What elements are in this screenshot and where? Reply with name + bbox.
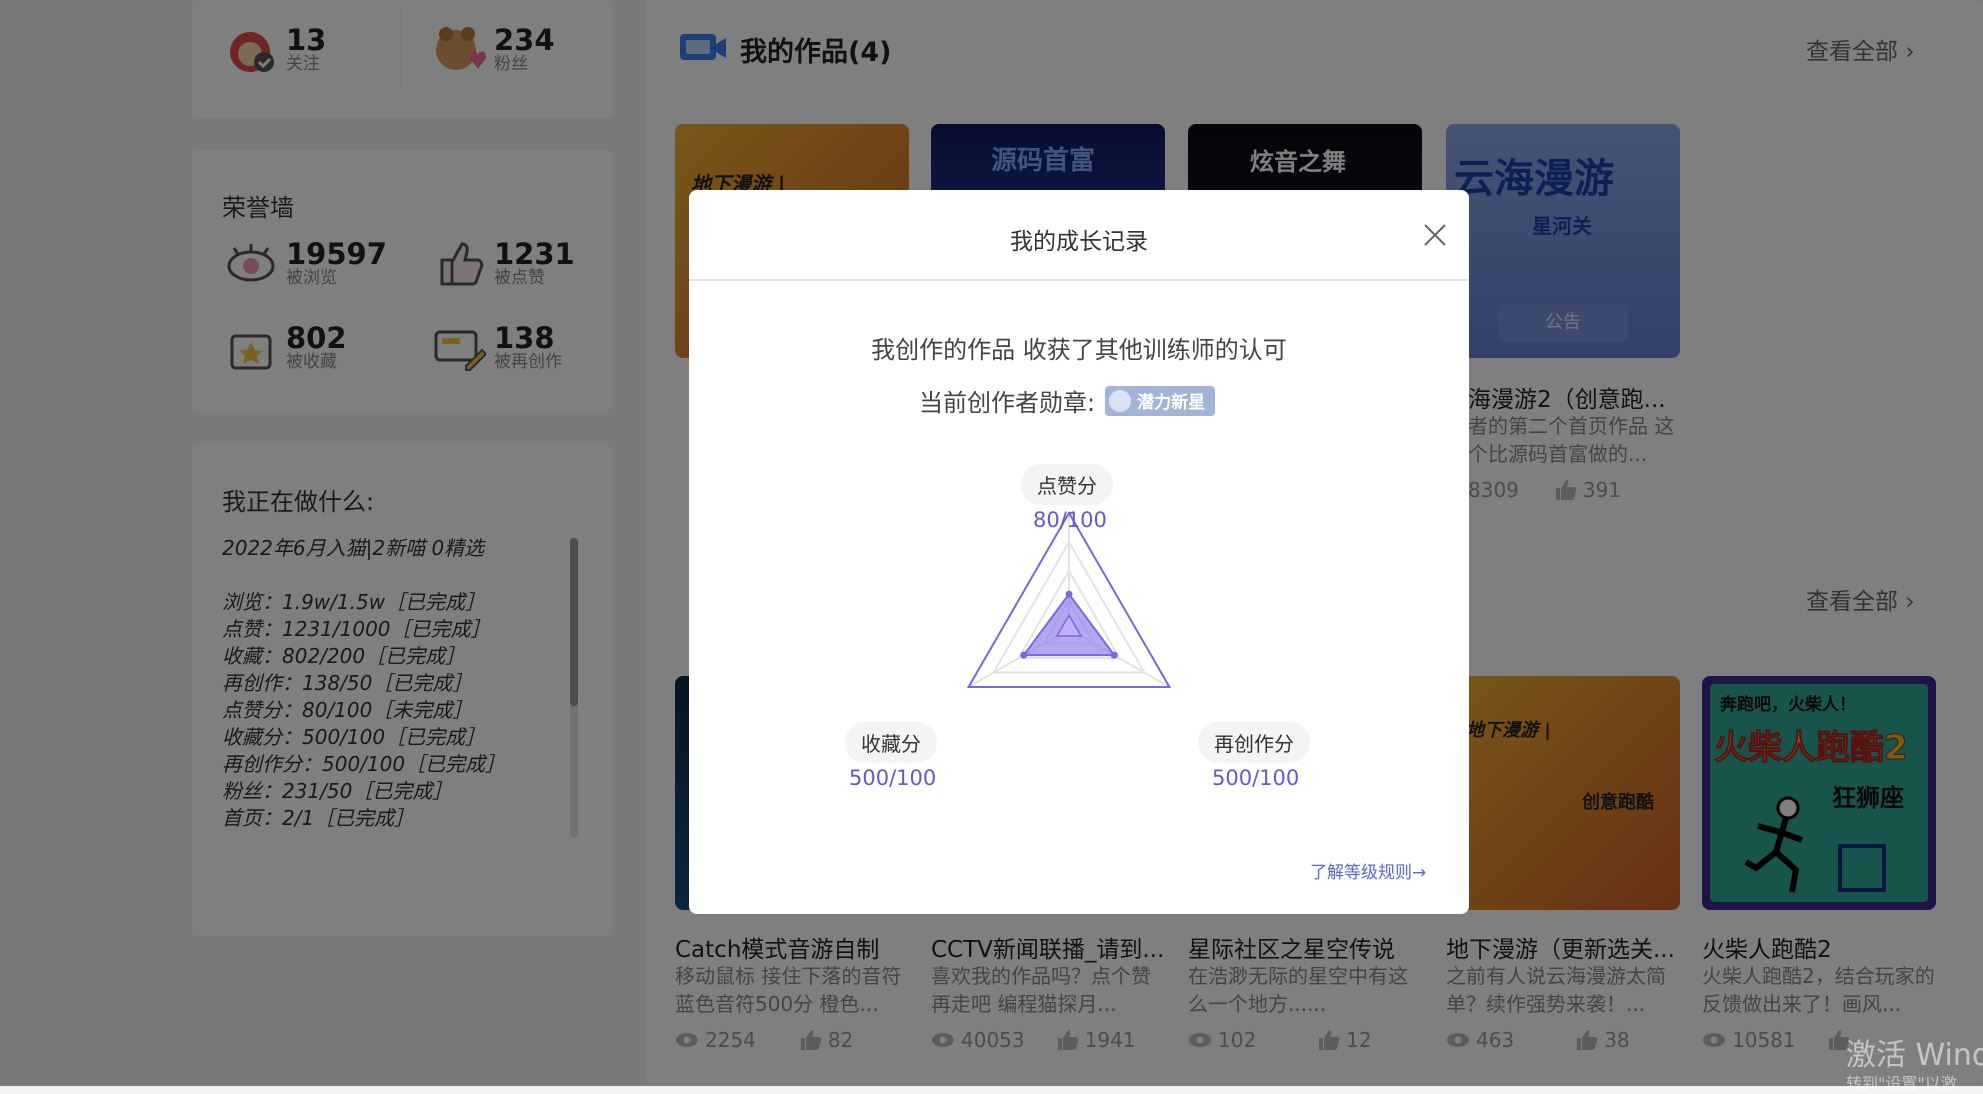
radar-chart: [966, 511, 1172, 688]
activation-watermark-sub: 转到"设置"以激: [1846, 1070, 1957, 1094]
radar-axis-label-likes: 点赞分: [1021, 464, 1113, 505]
activation-watermark: 激活 Wind: [1846, 1030, 1983, 1074]
radar-value-point: [1020, 651, 1028, 659]
radar-axis-label-collect: 收藏分: [845, 722, 937, 763]
radar-axis-line: [968, 628, 1070, 688]
radar-outer-frame: [966, 511, 1172, 688]
creator-badge[interactable]: 潜力新星: [1105, 385, 1216, 416]
growth-record-modal: 我的成长记录 我创作的作品 收获了其他训练师的认可 当前创作者勋章: 潜力新星 …: [689, 190, 1469, 914]
radar-grid-ring: [1017, 568, 1121, 659]
radar-score-likes: 80/100: [1033, 508, 1107, 532]
modal-subtitle: 我创作的作品 收获了其他训练师的认可: [871, 336, 1287, 364]
radar-value-point: [1065, 590, 1073, 598]
radar-grid-ring: [1042, 598, 1096, 645]
level-rules-link[interactable]: 了解等级规则→: [1310, 858, 1426, 883]
modal-divider: [689, 279, 1469, 281]
modal-title: 我的成长记录: [1010, 229, 1148, 255]
radar-axis-line: [1068, 628, 1170, 688]
watermark-line2: 转到"设置"以激: [1846, 1074, 1957, 1093]
radar-center-marker: [1055, 613, 1083, 637]
watermark-line1: 激活 Wind: [1846, 1038, 1983, 1073]
badge-label: 当前创作者勋章:: [919, 389, 1096, 417]
radar-value-area: [1021, 592, 1117, 657]
radar-score-collect: 500/100: [849, 766, 937, 790]
radar-score-remix: 500/100: [1212, 766, 1300, 790]
radar-grid-ring: [991, 539, 1147, 674]
radar-axis-label-remix: 再创作分: [1198, 722, 1310, 763]
radar-value-point: [1110, 651, 1118, 659]
close-icon[interactable]: [1422, 222, 1448, 248]
badge-text: 潜力新星: [1137, 393, 1206, 413]
badge-row: 当前创作者勋章: 潜力新星: [919, 383, 1216, 418]
badge-icon: [1109, 389, 1132, 412]
